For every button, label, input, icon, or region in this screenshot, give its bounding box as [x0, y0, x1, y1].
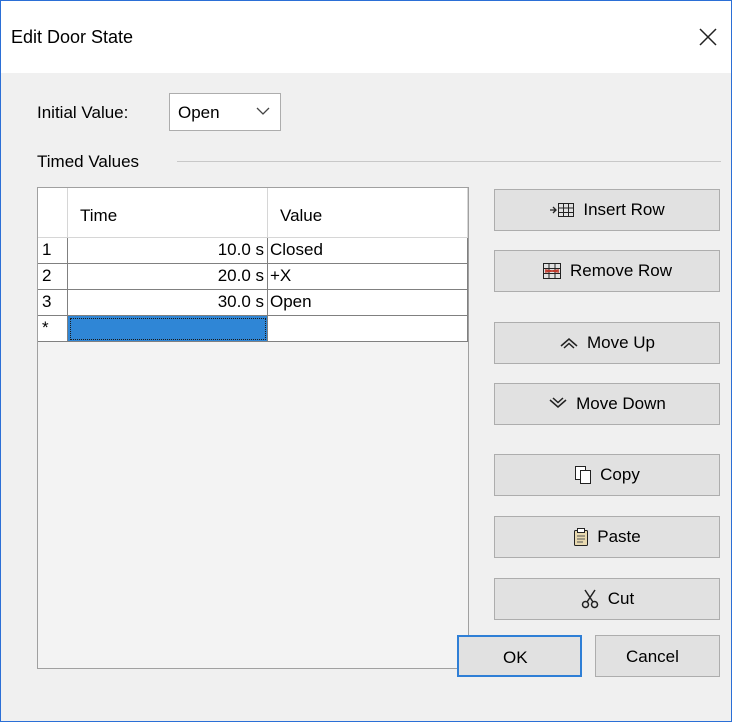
timed-values-table[interactable]: Time Value 1 10.0 s Closed 2 20.0 s +X 3…: [37, 187, 469, 669]
title-bar: Edit Door State: [1, 1, 731, 73]
cut-button[interactable]: Cut: [494, 578, 720, 620]
insert-row-button[interactable]: Insert Row: [494, 189, 720, 231]
copy-label: Copy: [600, 465, 640, 484]
value-column-header[interactable]: Value: [268, 188, 468, 238]
cancel-button[interactable]: Cancel: [595, 635, 720, 677]
value-cell[interactable]: Open: [268, 290, 468, 316]
cancel-label: Cancel: [626, 647, 679, 666]
copy-button[interactable]: Copy: [494, 454, 720, 496]
cut-label: Cut: [607, 589, 635, 608]
time-cell[interactable]: 20.0 s: [68, 264, 268, 290]
row-number-header: [38, 188, 68, 238]
ok-button[interactable]: OK: [457, 635, 582, 677]
time-column-header-label: Time: [80, 206, 118, 225]
move-down-button[interactable]: Move Down: [494, 383, 720, 425]
initial-value-selected: Open: [178, 103, 220, 122]
move-up-icon: [560, 338, 578, 349]
value-cell[interactable]: [268, 316, 468, 342]
timed-values-label: Timed Values: [37, 152, 140, 171]
group-divider: [177, 161, 721, 162]
time-cell[interactable]: 30.0 s: [68, 290, 268, 316]
table-row[interactable]: 3 30.0 s Open: [38, 290, 468, 316]
initial-value-select[interactable]: Open: [169, 93, 281, 131]
chevron-down-icon: [256, 107, 270, 115]
move-up-label: Move Up: [586, 333, 656, 352]
row-number: 2: [38, 264, 68, 290]
row-number: 1: [38, 238, 68, 264]
move-down-label: Move Down: [576, 394, 666, 413]
value-cell[interactable]: +X: [268, 264, 468, 290]
paste-button[interactable]: Paste: [494, 516, 720, 558]
paste-label: Paste: [597, 527, 641, 546]
insert-row-icon: [550, 203, 575, 217]
time-column-header[interactable]: Time: [68, 188, 268, 238]
time-cell-selected[interactable]: [68, 316, 268, 342]
cut-icon: [581, 589, 599, 609]
copy-icon: [575, 466, 592, 484]
close-button[interactable]: [685, 17, 731, 57]
initial-value-label: Initial Value:: [37, 103, 129, 122]
ok-label: OK: [503, 648, 528, 667]
edit-door-state-dialog: Edit Door State Initial Value: Open Time…: [0, 0, 732, 722]
paste-icon: [574, 528, 589, 546]
close-icon: [699, 28, 717, 46]
insert-row-label: Insert Row: [583, 200, 665, 219]
remove-row-label: Remove Row: [569, 261, 673, 280]
value-column-header-label: Value: [280, 206, 323, 225]
new-row[interactable]: *: [38, 316, 468, 342]
remove-row-icon: [542, 263, 561, 279]
move-up-button[interactable]: Move Up: [494, 322, 720, 364]
time-cell[interactable]: 10.0 s: [68, 238, 268, 264]
row-number: *: [38, 316, 68, 342]
table-row[interactable]: 1 10.0 s Closed: [38, 238, 468, 264]
move-down-icon: [549, 397, 567, 408]
remove-row-button[interactable]: Remove Row: [494, 250, 720, 292]
table-row[interactable]: 2 20.0 s +X: [38, 264, 468, 290]
dialog-title: Edit Door State: [11, 27, 134, 47]
row-number: 3: [38, 290, 68, 316]
value-cell[interactable]: Closed: [268, 238, 468, 264]
